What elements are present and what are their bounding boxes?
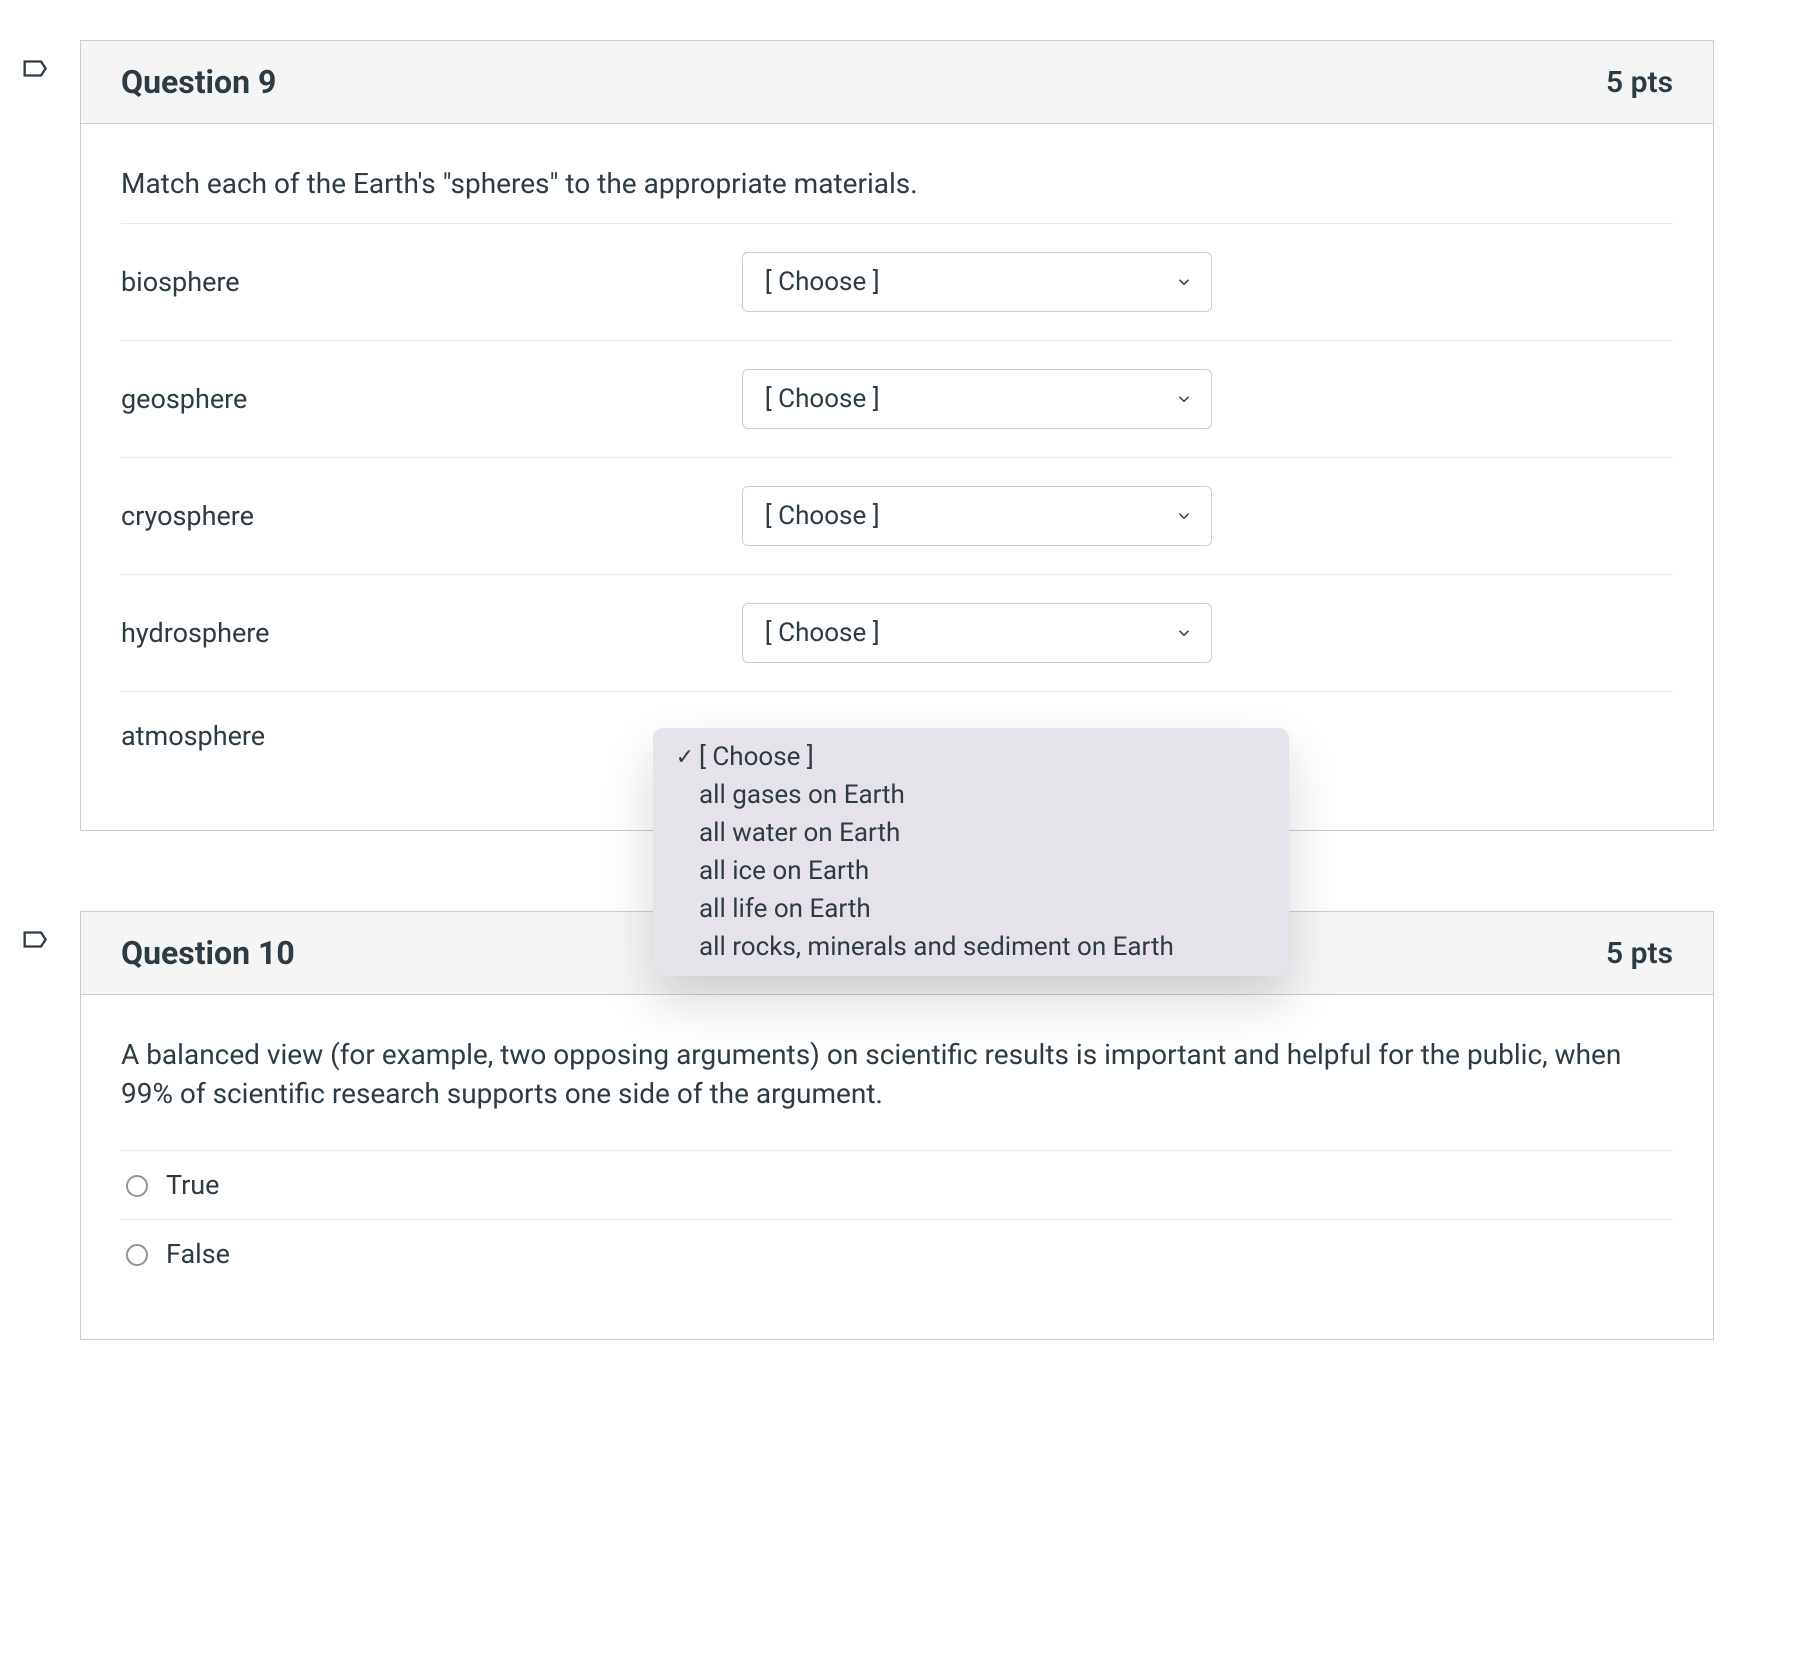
select-geosphere[interactable]: [ Choose ]	[742, 369, 1212, 429]
dropdown-item-label: all gases on Earth	[699, 780, 905, 810]
chevron-down-icon	[1175, 390, 1193, 408]
chevron-down-icon	[1175, 507, 1193, 525]
dropdown-item[interactable]: all ice on Earth	[653, 852, 1289, 890]
quiz-container: Question 9 5 pts Match each of the Earth…	[80, 40, 1714, 1340]
radio-label: False	[166, 1238, 230, 1270]
radio-label: True	[166, 1169, 219, 1201]
radio-row-false: False	[121, 1219, 1673, 1289]
match-label-atmosphere: atmosphere	[121, 720, 742, 752]
radio-row-true: True	[121, 1150, 1673, 1219]
flag-icon[interactable]	[20, 929, 48, 957]
dropdown-item-label: [ Choose ]	[699, 742, 814, 772]
question-prompt: A balanced view (for example, two opposi…	[121, 1035, 1673, 1113]
question-points: 5 pts	[1606, 65, 1673, 100]
flag-icon[interactable]	[20, 58, 48, 86]
match-row: biosphere [ Choose ]	[121, 223, 1673, 340]
select-wrap: [ Choose ]	[742, 252, 1212, 312]
match-row: hydrosphere [ Choose ]	[121, 574, 1673, 691]
select-value: [ Choose ]	[765, 267, 880, 297]
dropdown-item-label: all life on Earth	[699, 894, 871, 924]
select-biosphere[interactable]: [ Choose ]	[742, 252, 1212, 312]
question-points: 5 pts	[1606, 936, 1673, 971]
question-prompt: Match each of the Earth's "spheres" to t…	[121, 164, 1673, 203]
select-cryosphere[interactable]: [ Choose ]	[742, 486, 1212, 546]
select-value: [ Choose ]	[765, 618, 880, 648]
match-row: cryosphere [ Choose ]	[121, 457, 1673, 574]
select-hydrosphere[interactable]: [ Choose ]	[742, 603, 1212, 663]
dropdown-item[interactable]: all life on Earth	[653, 890, 1289, 928]
radio-input-false[interactable]	[126, 1244, 148, 1266]
question-body: Match each of the Earth's "spheres" to t…	[81, 124, 1713, 830]
dropdown-item[interactable]: all rocks, minerals and sediment on Eart…	[653, 928, 1289, 966]
dropdown-menu-atmosphere[interactable]: ✓ [ Choose ] all gases on Earth all wate…	[653, 728, 1289, 976]
dropdown-item-label: all rocks, minerals and sediment on Eart…	[699, 932, 1174, 962]
question-card: Question 9 5 pts Match each of the Earth…	[80, 40, 1714, 831]
select-wrap: [ Choose ]	[742, 369, 1212, 429]
dropdown-item[interactable]: all gases on Earth	[653, 776, 1289, 814]
match-label-biosphere: biosphere	[121, 266, 742, 298]
check-icon: ✓	[671, 745, 699, 770]
dropdown-item[interactable]: ✓ [ Choose ]	[653, 738, 1289, 776]
dropdown-item-label: all ice on Earth	[699, 856, 869, 886]
question-title: Question 10	[121, 934, 295, 972]
question-block-9: Question 9 5 pts Match each of the Earth…	[80, 40, 1714, 831]
dropdown-item[interactable]: all water on Earth	[653, 814, 1289, 852]
select-wrap: [ Choose ]	[742, 486, 1212, 546]
chevron-down-icon	[1175, 273, 1193, 291]
chevron-down-icon	[1175, 624, 1193, 642]
match-label-hydrosphere: hydrosphere	[121, 617, 742, 649]
select-value: [ Choose ]	[765, 501, 880, 531]
match-label-cryosphere: cryosphere	[121, 500, 742, 532]
question-title: Question 9	[121, 63, 276, 101]
question-body: A balanced view (for example, two opposi…	[81, 995, 1713, 1338]
dropdown-item-label: all water on Earth	[699, 818, 900, 848]
match-row: geosphere [ Choose ]	[121, 340, 1673, 457]
select-value: [ Choose ]	[765, 384, 880, 414]
question-header: Question 9 5 pts	[81, 41, 1713, 124]
select-wrap: [ Choose ]	[742, 603, 1212, 663]
radio-input-true[interactable]	[126, 1175, 148, 1197]
match-label-geosphere: geosphere	[121, 383, 742, 415]
